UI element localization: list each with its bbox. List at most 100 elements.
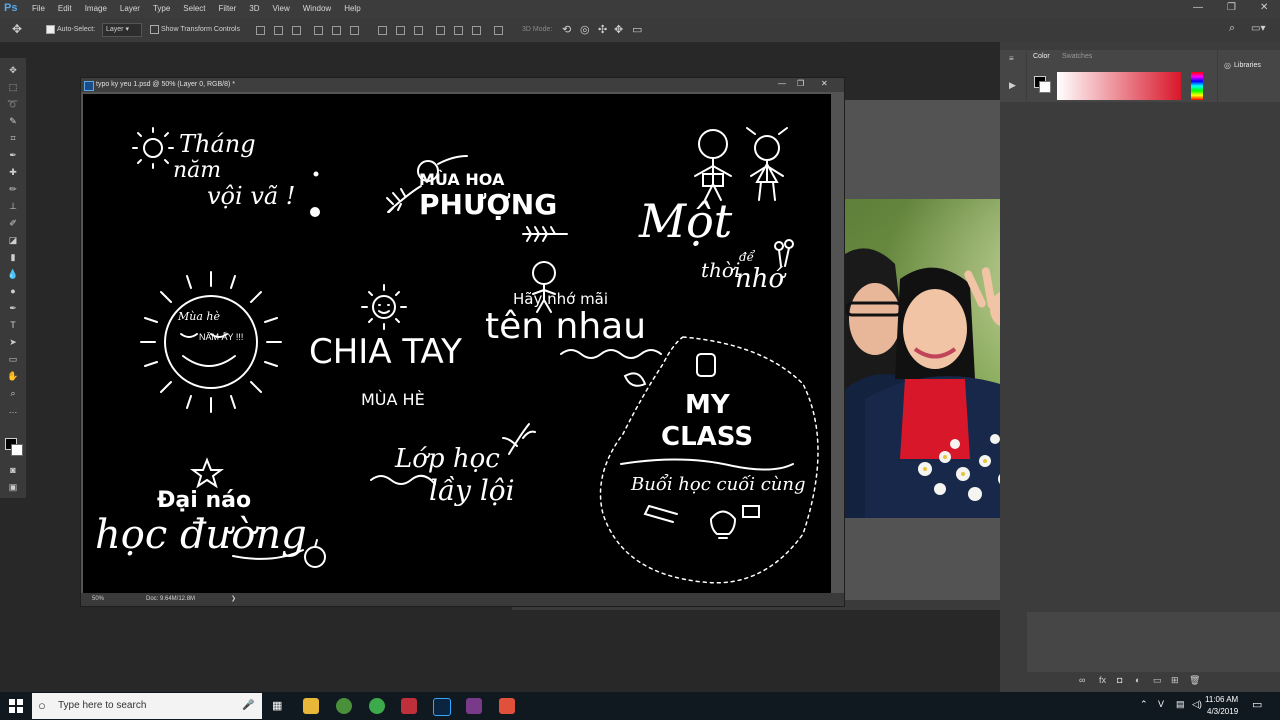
winrar-icon[interactable]: [466, 698, 482, 714]
zoom-level[interactable]: 50%: [92, 593, 104, 606]
more-tools-icon[interactable]: …: [7, 404, 19, 416]
menu-edit[interactable]: Edit: [58, 4, 72, 13]
hue-slider[interactable]: [1191, 72, 1203, 100]
marquee-tool-icon[interactable]: ⬚: [7, 81, 19, 93]
camera-app-icon[interactable]: [401, 698, 417, 714]
quick-select-tool-icon[interactable]: ✎: [7, 115, 19, 127]
3d-scale-icon[interactable]: ▭: [632, 23, 642, 36]
3d-pan-icon[interactable]: ✣: [598, 23, 607, 36]
stamp-tool-icon[interactable]: ⊥: [7, 200, 19, 212]
tray-chevron-icon[interactable]: ⌃: [1140, 699, 1148, 710]
menu-filter[interactable]: Filter: [219, 4, 237, 13]
windows-start-icon[interactable]: [9, 699, 23, 713]
path-select-tool-icon[interactable]: ➤: [7, 336, 19, 348]
play-icon[interactable]: ▶: [1009, 80, 1016, 91]
eraser-tool-icon[interactable]: ◪: [7, 234, 19, 246]
menu-type[interactable]: Type: [153, 4, 170, 13]
tab-swatches[interactable]: Swatches: [1062, 53, 1092, 60]
align-left-icon[interactable]: [314, 26, 323, 35]
task-view-icon[interactable]: ▦: [272, 699, 282, 712]
adjustment-layer-icon[interactable]: ◐: [1135, 675, 1140, 685]
chrome-icon[interactable]: [336, 698, 352, 714]
menu-layer[interactable]: Layer: [120, 4, 140, 13]
screen-mode-icon[interactable]: ▣: [7, 481, 19, 493]
gradient-tool-icon[interactable]: ▮: [7, 251, 19, 263]
menu-image[interactable]: Image: [85, 4, 107, 13]
lasso-tool-icon[interactable]: ➰: [7, 98, 19, 110]
search-icon[interactable]: ⌕: [1229, 22, 1235, 35]
taskbar-search[interactable]: ○ Type here to search 🎤: [32, 693, 262, 719]
photoshop-taskbar-icon[interactable]: [433, 698, 451, 716]
add-mask-icon[interactable]: ◘: [1117, 675, 1122, 685]
notifications-icon[interactable]: ▭: [1252, 698, 1262, 711]
menu-help[interactable]: Help: [344, 4, 360, 13]
maximize-button[interactable]: ❐: [1227, 2, 1236, 13]
distribute-left-icon[interactable]: [436, 26, 445, 35]
align-right-icon[interactable]: [350, 26, 359, 35]
pen-tool-icon[interactable]: ✒: [7, 302, 19, 314]
background-color-swatch[interactable]: [11, 444, 23, 456]
minimize-button[interactable]: —: [1193, 2, 1203, 13]
brush-tool-icon[interactable]: ✏: [7, 183, 19, 195]
history-brush-tool-icon[interactable]: ✐: [7, 217, 19, 229]
new-layer-icon[interactable]: ⊞: [1171, 675, 1179, 686]
link-layers-icon[interactable]: ∞: [1079, 675, 1085, 685]
align-bottom-icon[interactable]: [292, 26, 301, 35]
distribute-bottom-icon[interactable]: [414, 26, 423, 35]
clock-time[interactable]: 11:06 AM: [1205, 695, 1238, 704]
show-transform-checkbox[interactable]: [150, 25, 159, 34]
auto-align-icon[interactable]: [494, 26, 503, 35]
app-green-icon[interactable]: [369, 698, 385, 714]
tray-v-icon[interactable]: V: [1158, 699, 1164, 709]
canvas[interactable]: Tháng năm vội vã ! MÙA HOA PHƯỢNG Một để…: [83, 94, 831, 593]
delete-layer-icon[interactable]: 🗑: [1189, 675, 1200, 686]
menu-window[interactable]: Window: [303, 4, 331, 13]
app-red-icon[interactable]: [499, 698, 515, 714]
move-tool-icon[interactable]: ✥: [12, 22, 22, 36]
color-bg-swatch[interactable]: [1039, 81, 1051, 93]
doc-minimize-button[interactable]: —: [778, 77, 786, 91]
doc-close-button[interactable]: ✕: [821, 77, 828, 91]
microphone-icon[interactable]: 🎤: [242, 693, 254, 719]
distribute-top-icon[interactable]: [378, 26, 387, 35]
type-tool-icon[interactable]: T: [7, 319, 19, 331]
3d-rotate-icon[interactable]: ⟲: [562, 23, 571, 36]
doc-maximize-button[interactable]: ❐: [797, 77, 804, 91]
shape-tool-icon[interactable]: ▭: [7, 353, 19, 365]
align-top-icon[interactable]: [256, 26, 265, 35]
3d-slide-icon[interactable]: ✥: [614, 23, 623, 36]
healing-tool-icon[interactable]: ✚: [7, 166, 19, 178]
status-arrow-icon[interactable]: ❯: [231, 593, 236, 606]
auto-select-checkbox[interactable]: [46, 25, 55, 34]
fx-icon[interactable]: fx: [1099, 675, 1106, 685]
menu-view[interactable]: View: [273, 4, 290, 13]
eyedropper-tool-icon[interactable]: ✒: [7, 149, 19, 161]
workspace-icon[interactable]: ▭▾: [1251, 23, 1265, 34]
zoom-tool-icon[interactable]: ⌕: [7, 387, 19, 399]
menu-3d[interactable]: 3D: [249, 4, 259, 13]
dodge-tool-icon[interactable]: ●: [7, 285, 19, 297]
libraries-label[interactable]: Libraries: [1234, 62, 1261, 69]
distribute-right-icon[interactable]: [472, 26, 481, 35]
crop-tool-icon[interactable]: ⌗: [7, 132, 19, 144]
color-field[interactable]: [1057, 72, 1181, 100]
tab-color[interactable]: Color: [1033, 53, 1050, 60]
document-tab[interactable]: typo ky yeu 1.psd @ 50% (Layer 0, RGB/8)…: [81, 78, 844, 92]
3d-roll-icon[interactable]: ◎: [580, 23, 590, 36]
collapse-icon[interactable]: ≡: [1009, 54, 1014, 63]
menu-select[interactable]: Select: [183, 4, 205, 13]
hand-tool-icon[interactable]: ✋: [7, 370, 19, 382]
move-tool-icon[interactable]: ✥: [7, 64, 19, 76]
align-center-icon[interactable]: [332, 26, 341, 35]
file-explorer-icon[interactable]: [303, 698, 319, 714]
menu-file[interactable]: File: [32, 4, 45, 13]
network-icon[interactable]: ▤: [1176, 699, 1185, 710]
volume-icon[interactable]: ◁): [1192, 699, 1202, 710]
auto-select-dropdown[interactable]: Layer ▾: [102, 23, 142, 37]
close-button[interactable]: ✕: [1260, 2, 1268, 13]
quick-mask-icon[interactable]: ◙: [7, 464, 19, 476]
align-middle-icon[interactable]: [274, 26, 283, 35]
blur-tool-icon[interactable]: 💧: [7, 268, 19, 280]
distribute-center-icon[interactable]: [454, 26, 463, 35]
clock-date[interactable]: 4/3/2019: [1207, 707, 1238, 716]
